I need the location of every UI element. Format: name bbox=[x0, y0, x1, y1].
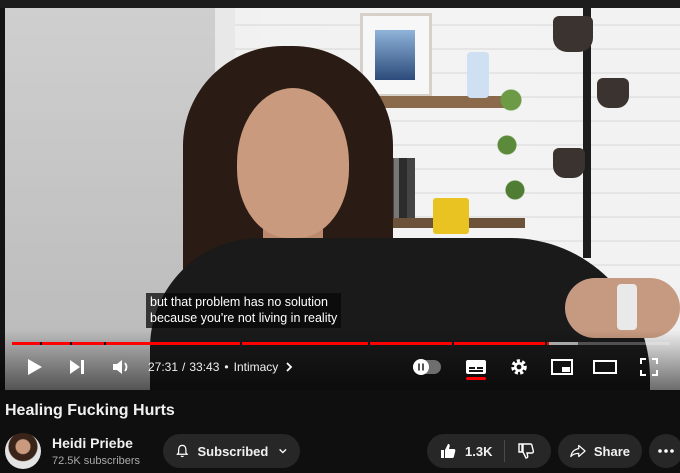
next-icon bbox=[70, 360, 84, 374]
chapter-marker bbox=[240, 342, 242, 345]
scene-bottle bbox=[467, 52, 489, 98]
share-label: Share bbox=[593, 443, 630, 459]
share-button[interactable]: Share bbox=[558, 434, 642, 468]
next-button[interactable] bbox=[62, 350, 92, 384]
scene-lamp bbox=[597, 78, 629, 108]
chapter-marker bbox=[368, 342, 370, 345]
fullscreen-button[interactable] bbox=[635, 350, 663, 384]
current-time: 27:31 bbox=[148, 360, 179, 374]
dislike-button[interactable] bbox=[505, 434, 547, 468]
more-icon bbox=[658, 449, 674, 453]
subscriber-count: 72.5K subscribers bbox=[52, 455, 141, 467]
thumbs-down-icon bbox=[518, 443, 535, 459]
more-actions-button[interactable] bbox=[649, 434, 680, 468]
player-controls: 27:31 / 33:43 • Intimacy bbox=[0, 350, 680, 384]
gear-icon bbox=[511, 359, 527, 375]
subscribe-label: Subscribed bbox=[197, 443, 269, 459]
theater-button[interactable] bbox=[591, 350, 619, 384]
chapter-button[interactable]: • Intimacy bbox=[219, 360, 295, 374]
like-button[interactable]: 1.3K bbox=[427, 434, 504, 468]
play-button[interactable] bbox=[20, 350, 50, 384]
miniplayer-button[interactable] bbox=[548, 350, 576, 384]
channel-name[interactable]: Heidi Priebe bbox=[52, 435, 133, 451]
autoplay-knob bbox=[413, 359, 429, 375]
scene-mug bbox=[433, 198, 469, 234]
progress-played bbox=[12, 342, 549, 345]
autoplay-toggle[interactable] bbox=[413, 359, 441, 375]
progress-bar[interactable] bbox=[12, 342, 670, 345]
thumbs-up-icon bbox=[441, 444, 456, 458]
pause-icon bbox=[418, 363, 424, 371]
chapter-title: Intimacy bbox=[233, 360, 279, 374]
video-title: Healing Fucking Hurts bbox=[5, 402, 175, 419]
theater-icon bbox=[593, 360, 617, 374]
caption-box: but that problem has no solution because… bbox=[146, 293, 342, 328]
settings-button[interactable] bbox=[505, 350, 533, 384]
captions-active-indicator bbox=[466, 377, 486, 380]
chapter-marker bbox=[452, 342, 454, 345]
captions-icon bbox=[466, 360, 486, 374]
chapter-dot: • bbox=[224, 360, 229, 374]
caption-line: but that problem has no solution bbox=[150, 295, 328, 309]
like-dislike-group: 1.3K bbox=[427, 434, 551, 468]
video-player[interactable]: but that problem has no solution because… bbox=[0, 0, 680, 390]
chapter-marker bbox=[70, 342, 72, 345]
chapter-marker bbox=[545, 342, 547, 345]
speaker-watch bbox=[617, 284, 637, 330]
speaker-face bbox=[237, 88, 349, 238]
player-top-edge bbox=[0, 0, 680, 8]
volume-icon bbox=[113, 360, 128, 374]
scene-lamp bbox=[553, 16, 593, 52]
duration: 33:43 bbox=[189, 360, 220, 374]
scene-lamp bbox=[553, 148, 585, 178]
mute-button[interactable] bbox=[106, 350, 136, 384]
share-icon bbox=[570, 444, 586, 458]
bell-icon bbox=[176, 444, 189, 458]
chapter-marker bbox=[40, 342, 42, 345]
chevron-down-icon bbox=[279, 448, 287, 454]
chapter-marker bbox=[104, 342, 106, 345]
like-count: 1.3K bbox=[465, 443, 493, 459]
time-separator: / bbox=[182, 360, 186, 374]
caption-line: because you're not living in reality bbox=[150, 310, 338, 325]
scene-plant bbox=[491, 64, 531, 244]
subscribed-button[interactable]: Subscribed bbox=[163, 434, 300, 468]
time-display: 27:31 / 33:43 • Intimacy bbox=[148, 350, 295, 384]
miniplayer-icon bbox=[551, 359, 573, 375]
play-icon bbox=[28, 359, 42, 375]
chevron-right-icon bbox=[286, 362, 293, 372]
channel-avatar[interactable] bbox=[5, 433, 41, 469]
fullscreen-icon bbox=[640, 358, 658, 376]
